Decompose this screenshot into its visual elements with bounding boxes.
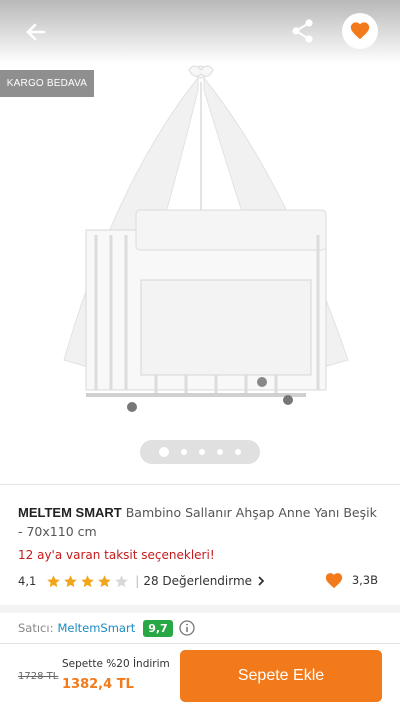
share-button[interactable] [288, 16, 318, 46]
arrow-left-icon [26, 23, 46, 41]
product-brand: MELTEM SMART [18, 505, 122, 520]
rating-row: 4,1 | 28 Değerlendirme 3,3B [18, 571, 382, 591]
chevron-right-icon [258, 576, 265, 586]
rating-stars [46, 574, 129, 589]
reviews-link[interactable]: | 28 Değerlendirme [135, 574, 267, 588]
section-divider [0, 605, 400, 613]
favorites-count: 3,3B [324, 571, 378, 589]
seller-row: Satıcı: MeltemSmart 9,7 [18, 618, 195, 638]
separator: | [135, 574, 140, 588]
favorite-button[interactable] [342, 13, 378, 49]
pagination-dot-active[interactable] [159, 447, 169, 457]
installment-info[interactable]: 12 ay'a varan taksit seçenekleri! [18, 548, 215, 562]
old-price: 1728 TL [18, 671, 59, 682]
image-pagination[interactable] [140, 440, 260, 464]
bottom-purchase-bar: 1728 TL Sepette %20 İndirim 1382,4 TL Se… [0, 643, 400, 711]
divider [0, 484, 400, 485]
pagination-dot[interactable] [235, 449, 241, 455]
add-to-cart-button[interactable]: Sepete Ekle [180, 650, 382, 702]
heart-icon [325, 573, 342, 589]
product-image [63, 65, 349, 412]
favorites-count-value: 3,3B [351, 573, 378, 587]
reviews-link-label: 28 Değerlendirme [143, 574, 253, 588]
discount-label: Sepette %20 İndirim [62, 658, 170, 670]
seller-label: Satıcı: [18, 621, 54, 635]
pagination-dot[interactable] [217, 449, 223, 455]
star-filled-icon [98, 574, 112, 587]
seller-name-link[interactable]: MeltemSmart [57, 621, 135, 635]
back-button[interactable] [20, 16, 52, 48]
star-filled-icon [47, 574, 61, 587]
star-filled-icon [64, 574, 78, 587]
star-empty-icon [115, 574, 129, 587]
info-icon[interactable] [179, 620, 195, 636]
free-shipping-badge: KARGO BEDAVA [0, 70, 94, 97]
pagination-dot[interactable] [199, 449, 205, 455]
star-filled-icon [81, 574, 95, 587]
heart-icon [350, 22, 370, 40]
pagination-dot[interactable] [181, 449, 187, 455]
rating-value: 4,1 [18, 574, 37, 588]
share-icon [292, 19, 313, 43]
top-bar [0, 0, 400, 64]
product-title: MELTEM SMART Bambino Sallanır Ahşap Anne… [18, 503, 380, 541]
discounted-price: 1382,4 TL [62, 677, 134, 692]
seller-score-badge: 9,7 [143, 619, 173, 637]
